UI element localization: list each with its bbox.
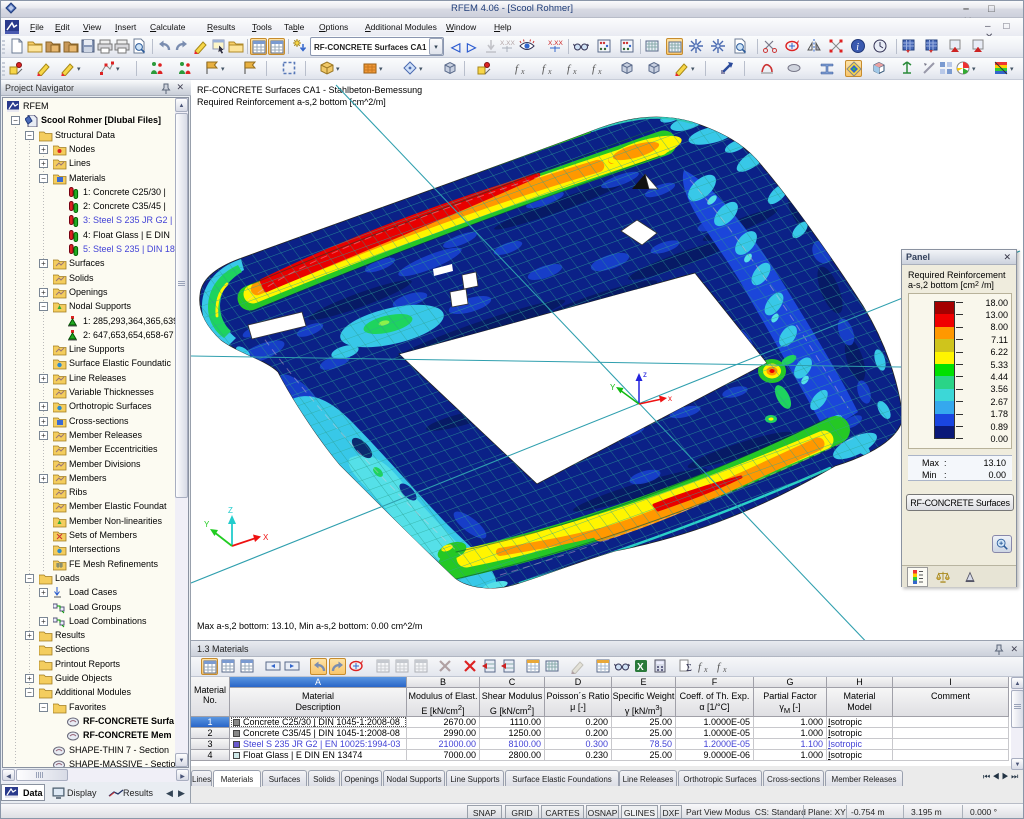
svg-text:X: X [263,533,269,542]
svg-text:Y: Y [204,520,210,529]
svg-text:z: z [643,370,647,379]
svg-text:x: x [668,394,672,403]
svg-text:Z: Z [228,506,233,515]
svg-text:Y: Y [610,383,616,392]
